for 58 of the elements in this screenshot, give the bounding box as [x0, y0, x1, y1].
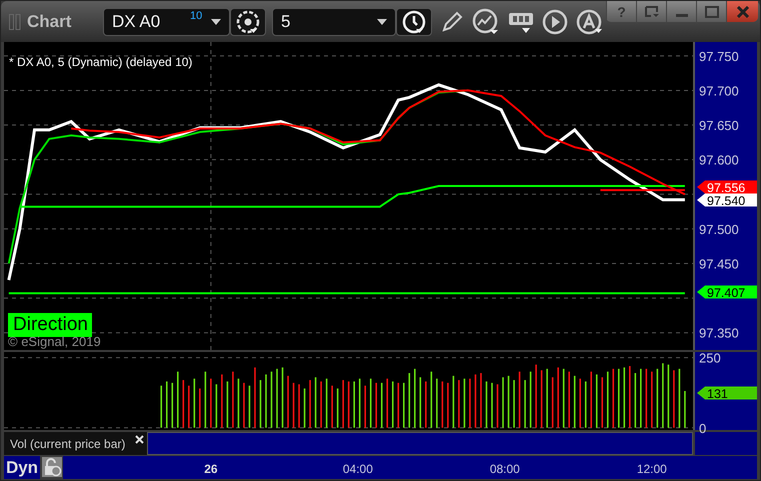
mode-label[interactable]: Dyn: [4, 456, 40, 479]
gear-icon: [235, 8, 261, 34]
close-icon[interactable]: [135, 435, 144, 444]
copyright-text: © eSignal, 2019: [8, 334, 101, 349]
volume-legend: Vol (current price bar): [10, 436, 126, 450]
volume-bar: [601, 377, 604, 428]
price-label: 97.600: [699, 152, 739, 168]
price-label: 97.650: [699, 118, 739, 134]
volume-bar: [364, 386, 366, 428]
pencil-icon[interactable]: [440, 10, 464, 34]
price-tag-label: 97.540: [707, 194, 746, 208]
volume-bar: [618, 368, 620, 428]
chart-legend: * DX A0, 5 (Dynamic) (delayed 10): [9, 55, 192, 69]
close-icon: [736, 6, 750, 18]
price-label: 97.500: [699, 222, 739, 237]
volume-tag-label: 131: [707, 387, 728, 401]
window-title: Chart: [27, 12, 72, 32]
clock-button[interactable]: [396, 8, 432, 36]
settings-button[interactable]: [230, 8, 266, 36]
caret-icon[interactable]: [377, 18, 387, 24]
price-label: 97.750: [699, 48, 739, 64]
volume-label: 250: [699, 352, 721, 366]
price-tag-label: 97.556: [707, 181, 746, 195]
minimize-icon: [676, 14, 688, 16]
volume-bar: [160, 386, 162, 428]
close-button[interactable]: [726, 1, 758, 22]
volume-bar: [612, 368, 614, 428]
time-label: 12:00: [636, 462, 667, 476]
date-label: 26: [204, 462, 218, 476]
symbol-field[interactable]: DX A0 10: [103, 8, 230, 36]
grip-icon[interactable]: [9, 14, 21, 30]
volume-bar: [375, 382, 378, 428]
play-icon[interactable]: [542, 8, 568, 34]
volume-bar: [596, 374, 598, 428]
lock-icon[interactable]: [42, 457, 62, 477]
volume-bar: [380, 382, 383, 428]
delay-count: 10: [190, 10, 202, 22]
price-label: 97.700: [699, 83, 739, 98]
axis-strip: [695, 432, 757, 455]
direction-label: Direction: [8, 313, 92, 337]
volume-bar: [370, 378, 372, 428]
volume-bar: [386, 378, 388, 428]
time-label: 08:00: [490, 462, 520, 476]
clock-icon: [401, 8, 427, 34]
restore-icon: [644, 6, 658, 18]
caret-icon[interactable]: [211, 18, 221, 24]
time-label: 04:00: [342, 462, 373, 476]
price-label: 97.450: [699, 256, 739, 272]
maximize-icon: [704, 6, 718, 18]
price-tag-label: 97.407: [707, 286, 746, 300]
volume-bar: [606, 372, 609, 428]
price-label: 97.350: [699, 326, 739, 341]
volume-label: 0: [699, 420, 706, 436]
line-chart-icon[interactable]: [472, 8, 500, 36]
interval-field[interactable]: 5: [272, 8, 396, 36]
alert-icon[interactable]: [576, 8, 602, 34]
volume-bar: [392, 381, 394, 428]
volume-bar: [623, 367, 626, 428]
